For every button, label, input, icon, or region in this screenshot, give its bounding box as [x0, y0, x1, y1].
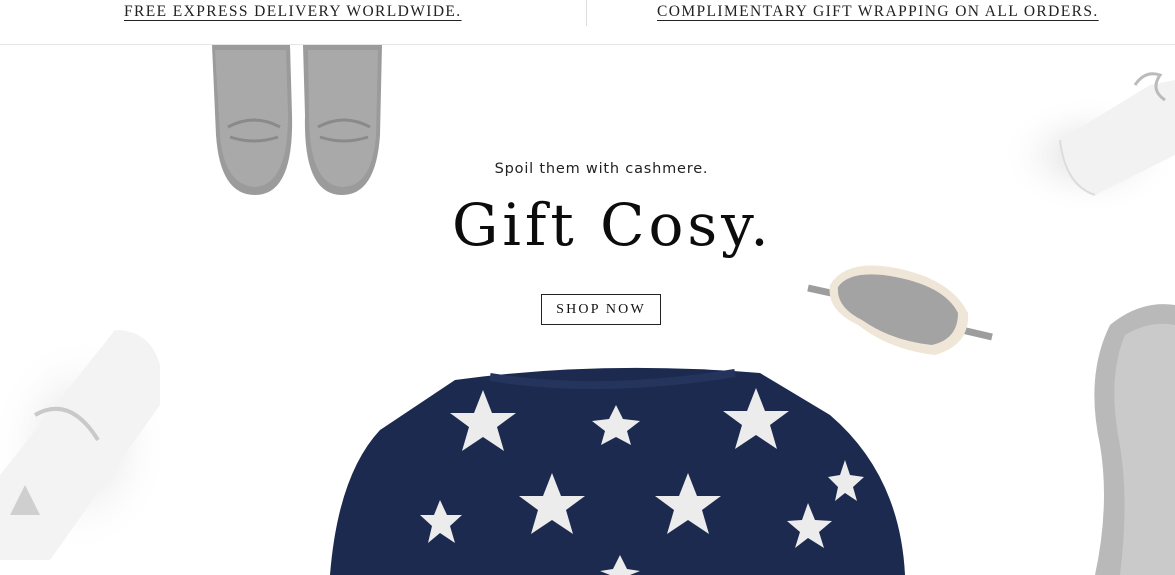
hero-subtitle: Spoil them with cashmere.	[494, 161, 709, 177]
eye-mask-image	[807, 265, 993, 355]
gift-cracker-image	[0, 330, 170, 560]
promo-link-free-delivery[interactable]: FREE EXPRESS DELIVERY WORLDWIDE.	[124, 3, 462, 21]
hero-banner: Spoil them with cashmere. Gift Cosy. SHO…	[0, 45, 1175, 575]
gift-cracker-image	[1000, 72, 1175, 215]
scarf-image	[1094, 304, 1175, 575]
hero-headline: Gift Cosy.	[452, 191, 773, 259]
star-sweater-image	[330, 367, 905, 575]
shop-now-button[interactable]: SHOP NOW	[541, 294, 661, 325]
promo-bar: FREE EXPRESS DELIVERY WORLDWIDE. COMPLIM…	[0, 0, 1175, 45]
promo-link-gift-wrapping[interactable]: COMPLIMENTARY GIFT WRAPPING ON ALL ORDER…	[657, 3, 1099, 21]
promo-divider	[586, 0, 587, 26]
